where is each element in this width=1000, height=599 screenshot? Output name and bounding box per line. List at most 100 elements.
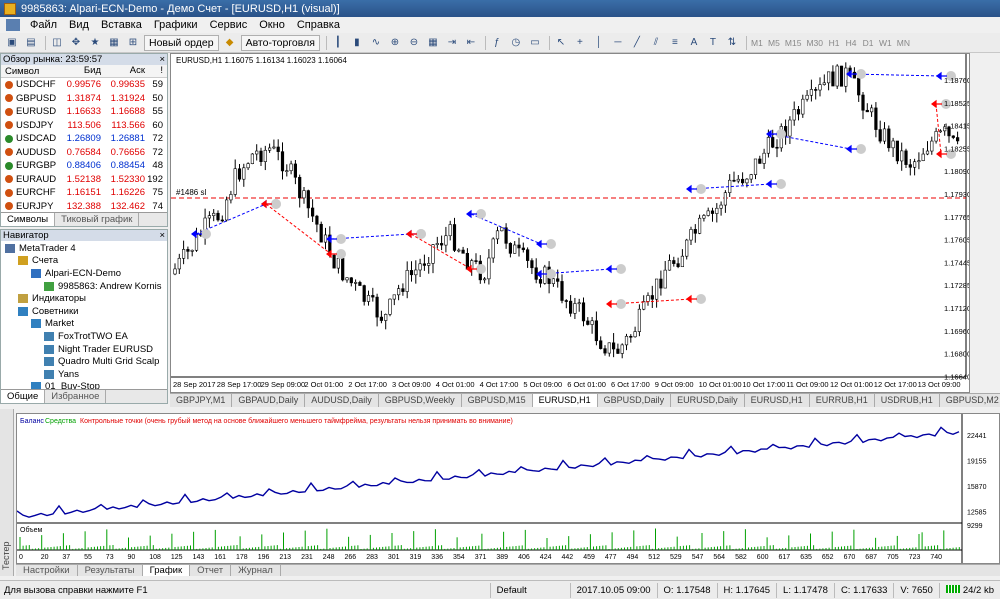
chart-tab[interactable]: GBPUSD,Weekly: [379, 394, 462, 407]
tab-results[interactable]: Результаты: [78, 565, 143, 576]
fibonacci-icon[interactable]: ≡: [667, 35, 683, 51]
navigator-item[interactable]: Night Trader EURUSD: [1, 343, 167, 356]
profiles-icon[interactable]: ▤: [23, 35, 39, 51]
document-icon[interactable]: [6, 19, 20, 31]
chart-tab[interactable]: EURUSD,H1: [745, 394, 810, 407]
navigator-item[interactable]: 9985863: Andrew Kornis: [1, 280, 167, 293]
new-order-button[interactable]: Новый ордер: [144, 34, 219, 51]
chart-tab[interactable]: USDRUB,H1: [875, 394, 940, 407]
navigator-item[interactable]: Счета: [1, 255, 167, 268]
table-row[interactable]: EURAUD 1.52138 1.52330 192: [1, 173, 167, 187]
timeframe-m30[interactable]: M30: [805, 35, 824, 51]
line-chart-icon[interactable]: ∿: [368, 35, 384, 51]
autoscroll-icon[interactable]: ⇥: [444, 35, 460, 51]
terminal-icon[interactable]: ▦: [106, 35, 122, 51]
column-symbol[interactable]: Символ: [1, 65, 65, 77]
templates-icon[interactable]: ▭: [527, 35, 543, 51]
chart-tab[interactable]: EURRUB,H1: [810, 394, 875, 407]
timeframe-h4[interactable]: H4: [844, 35, 858, 51]
timeframe-d1[interactable]: D1: [861, 35, 875, 51]
menu-help[interactable]: Справка: [293, 19, 348, 31]
column-ask[interactable]: Аск: [101, 65, 145, 77]
chart-tab[interactable]: GBPAUD,Daily: [232, 394, 306, 407]
tab-tick-chart[interactable]: Тиковый график: [55, 213, 140, 226]
table-row[interactable]: USDCAD 1.26809 1.26881 72: [1, 132, 167, 146]
tab-symbols[interactable]: Символы: [1, 213, 56, 226]
table-row[interactable]: EURCHF 1.16151 1.16226 75: [1, 186, 167, 200]
tab-report[interactable]: Отчет: [190, 565, 232, 576]
data-window-icon[interactable]: ✥: [68, 35, 84, 51]
tab-graph[interactable]: График: [142, 565, 191, 576]
tab-favorites[interactable]: Избранное: [45, 390, 107, 403]
auto-trading-button[interactable]: Авто-торговля: [240, 34, 320, 51]
timeframe-mn[interactable]: MN: [896, 35, 911, 51]
tab-common[interactable]: Общие: [1, 390, 46, 403]
chart-tab[interactable]: GBPUSD,Daily: [598, 394, 672, 407]
menu-view[interactable]: Вид: [65, 19, 97, 31]
vertical-line-icon[interactable]: │: [591, 35, 607, 51]
zoom-in-icon[interactable]: ⊕: [387, 35, 403, 51]
crosshair-icon[interactable]: +: [572, 35, 588, 51]
column-spread[interactable]: !: [145, 65, 165, 77]
label-icon[interactable]: T: [705, 35, 721, 51]
timeframe-m15[interactable]: M15: [784, 35, 803, 51]
table-row[interactable]: EURJPY 132.388 132.462 74: [1, 200, 167, 214]
menu-file[interactable]: Файл: [26, 19, 65, 31]
timeframe-w1[interactable]: W1: [878, 35, 893, 51]
close-icon[interactable]: ×: [159, 54, 167, 65]
new-chart-icon[interactable]: ▣: [4, 35, 20, 51]
navigator-item[interactable]: Yans: [1, 368, 167, 381]
chart-tab[interactable]: EURUSD,Daily: [671, 394, 745, 407]
symbol-cell: USDCAD: [1, 133, 65, 144]
timeframe-h1[interactable]: H1: [827, 35, 841, 51]
close-icon[interactable]: ×: [159, 230, 167, 241]
timeframe-m5[interactable]: M5: [767, 35, 781, 51]
zoom-out-icon[interactable]: ⊖: [406, 35, 422, 51]
navigator-item[interactable]: Quadro Multi Grid Scalp: [1, 355, 167, 368]
table-row[interactable]: EURUSD 1.16633 1.16688 55: [1, 105, 167, 119]
chart-tab[interactable]: EURUSD,H1: [532, 394, 598, 407]
status-traffic-text: 24/2 kb: [962, 584, 994, 596]
arrows-icon[interactable]: ⇅: [724, 35, 740, 51]
tab-journal[interactable]: Журнал: [231, 565, 281, 576]
table-row[interactable]: GBPUSD 1.31874 1.31924 50: [1, 92, 167, 106]
table-row[interactable]: USDCHF 0.99576 0.99635 59: [1, 78, 167, 92]
table-row[interactable]: USDJPY 113.506 113.566 60: [1, 119, 167, 133]
tile-windows-icon[interactable]: ▦: [425, 35, 441, 51]
table-row[interactable]: AUDUSD 0.76584 0.76656 72: [1, 146, 167, 160]
table-row[interactable]: EURGBP 0.88406 0.88454 48: [1, 159, 167, 173]
channel-icon[interactable]: ⫽: [648, 35, 664, 51]
column-bid[interactable]: Бид: [65, 65, 101, 77]
periods-icon[interactable]: ◷: [508, 35, 524, 51]
tab-settings[interactable]: Настройки: [16, 565, 78, 576]
market-watch-icon[interactable]: ◫: [49, 35, 65, 51]
menu-charts[interactable]: Графики: [150, 19, 206, 31]
chart-tab[interactable]: GBPUSD,M15: [462, 394, 533, 407]
candle-chart-icon[interactable]: ▮: [349, 35, 365, 51]
menu-insert[interactable]: Вставка: [97, 19, 150, 31]
indicators-icon[interactable]: ƒ: [489, 35, 505, 51]
chart-tab[interactable]: GBPUSD,M2 (offline): [940, 394, 1000, 407]
chart-tab[interactable]: AUDUSD,Daily: [305, 394, 379, 407]
menu-tools[interactable]: Сервис: [206, 19, 256, 31]
trendline-icon[interactable]: ╱: [629, 35, 645, 51]
menu-window[interactable]: Окно: [255, 19, 293, 31]
navigator-item[interactable]: MetaTrader 4: [1, 242, 167, 255]
navigator-icon[interactable]: ★: [87, 35, 103, 51]
price-chart-canvas[interactable]: EURUSD,H1 1.16075 1.16134 1.16023 1.1606…: [171, 54, 969, 392]
tester-icon[interactable]: ⊞: [125, 35, 141, 51]
navigator-item[interactable]: Alpari-ECN-Demo: [1, 267, 167, 280]
text-icon[interactable]: A: [686, 35, 702, 51]
horizontal-line-icon[interactable]: ─: [610, 35, 626, 51]
timeframe-m1[interactable]: M1: [750, 35, 764, 51]
chart-shift-icon[interactable]: ⇤: [463, 35, 479, 51]
cursor-icon[interactable]: ↖: [553, 35, 569, 51]
metaeditor-icon[interactable]: ◆: [222, 35, 238, 51]
price-chart[interactable]: EURUSD,H1 1.16075 1.16134 1.16023 1.1606…: [170, 53, 970, 393]
navigator-item[interactable]: FoxTrotTWO EA: [1, 330, 167, 343]
bar-chart-icon[interactable]: ┃: [330, 35, 346, 51]
navigator-item[interactable]: Советники: [1, 305, 167, 318]
navigator-item[interactable]: Market: [1, 318, 167, 331]
chart-tab[interactable]: GBPJPY,M1: [170, 394, 233, 407]
navigator-item[interactable]: Индикаторы: [1, 292, 167, 305]
